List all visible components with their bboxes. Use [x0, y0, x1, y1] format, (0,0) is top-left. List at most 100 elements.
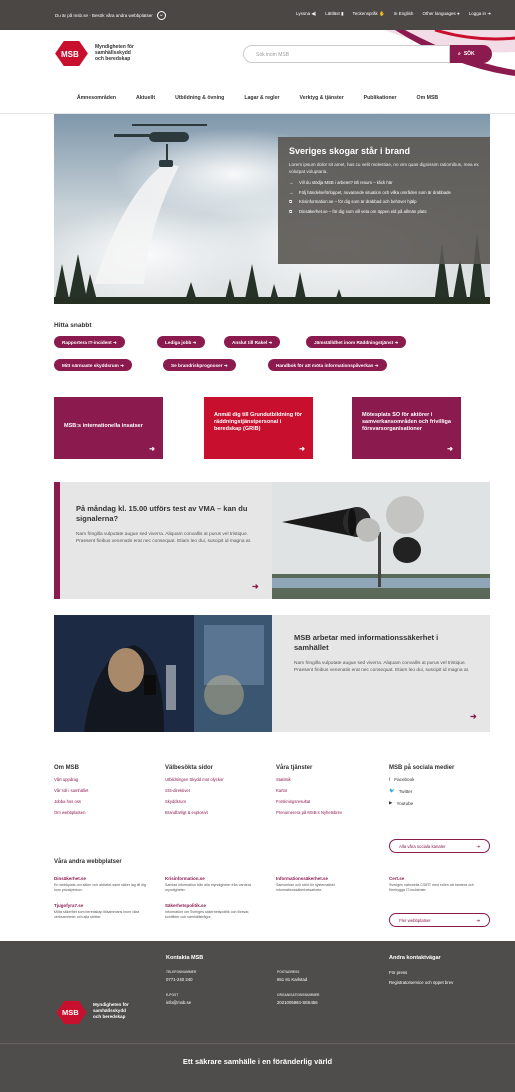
quick-link-pill[interactable]: Mitt närmaste skyddsrum ➜	[54, 359, 133, 371]
youtube-link[interactable]: ▶ Youtube	[389, 800, 494, 806]
promo-card[interactable]: Anmäl dig till Grundutbildning för räddn…	[204, 397, 313, 459]
hero-panel: Sveriges skogar står i brand Lorem ipsum…	[278, 137, 490, 264]
footer-logo-mark: MSB	[62, 1008, 79, 1017]
footer-heading: Om MSB	[54, 765, 80, 771]
siren-image	[272, 482, 490, 599]
other-site-item[interactable]: Krisinformation.se Samlad information frå…	[165, 876, 260, 893]
english-link[interactable]: In English	[394, 11, 414, 17]
logo-text: Myndigheten för samhällsskydd och bereds…	[95, 44, 134, 62]
hero-link-external[interactable]: Dinsäkerhet.se – för dig som vill veta o…	[289, 209, 479, 216]
other-languages-link[interactable]: Other languages ●	[422, 11, 459, 17]
footer-link[interactable]: Kartor	[276, 788, 381, 793]
footer-link[interactable]: Utbildningen Skydd mot olyckor	[165, 777, 270, 782]
facebook-link[interactable]: f Facebook	[389, 777, 494, 782]
main-navigation: Ämnesområden Aktuellt Utbildning & övnin…	[0, 84, 515, 114]
hero-text: Lorem ipsum dolor sit amet, has cu velit…	[289, 162, 479, 174]
nav-item-publications[interactable]: Publikationer	[354, 84, 407, 113]
arrow-right-icon[interactable]: ➜	[252, 582, 259, 591]
quick-link-pill[interactable]: Se brandriskprognoser ➜	[163, 359, 236, 371]
email-label: E-POST	[166, 993, 179, 997]
nav-item-tools[interactable]: Verktyg & tjänster	[290, 84, 354, 113]
youtube-icon: ▶	[389, 800, 393, 805]
footer-link[interactable]: Skyddsrum	[165, 799, 270, 804]
footer-link[interactable]: Vårt uppdrag	[54, 777, 159, 782]
other-site-item[interactable]: Tjugofyra7.se Möta säkerhet som beredskap…	[54, 903, 149, 920]
footer-link[interactable]: Om webbplatsen	[54, 810, 159, 815]
press-link[interactable]: För press	[389, 970, 407, 975]
nav-item-news[interactable]: Aktuellt	[126, 84, 165, 113]
feature-text: Nam fringilla vulputate augue sed viverr…	[76, 532, 252, 544]
hero-link-external[interactable]: Krisinformation.se – för dig som är drab…	[289, 199, 479, 206]
footer-link[interactable]: SIS-direktivet	[165, 788, 270, 793]
nav-item-topics[interactable]: Ämnesområden	[67, 84, 126, 113]
hero-link[interactable]: Följ händelseförloppet, nuvarande situat…	[289, 190, 479, 197]
quick-link-pill[interactable]: Anslut till Rakel ➜	[224, 336, 281, 348]
quick-link-pill[interactable]: Rapportera IT-incident ➜	[54, 336, 125, 348]
login-link[interactable]: Logga in ➜	[469, 11, 491, 17]
org-label: ORGANISATIONSNUMMER	[277, 993, 320, 997]
other-sites-heading: Våra andra webbplatser	[54, 859, 122, 865]
footer-divider	[0, 1043, 515, 1044]
feature-title: MSB arbetar med informationssäkerhet i s…	[294, 633, 439, 652]
contact-heading: Kontakta MSB	[166, 955, 204, 961]
feature-vma[interactable]: På måndag kl. 15.00 utförs test av VMA –…	[54, 482, 490, 599]
utility-bar: Du är på msb.se · Besök våra andra webbp…	[0, 0, 515, 30]
org-value: 2021005984-SE5456	[277, 1000, 318, 1005]
quick-link-pill[interactable]: Jämställdhet inom Räddningstjänst ➜	[306, 336, 407, 348]
feature-text: Nam fringilla vulputate augue sed viverr…	[294, 661, 470, 673]
feature-title: På måndag kl. 15.00 utförs test av VMA –…	[76, 504, 248, 523]
page: Du är på msb.se · Besök våra andra webbp…	[0, 0, 515, 1092]
footer-link[interactable]: Statistik	[276, 777, 381, 782]
phone-value[interactable]: 0771-240 240	[166, 977, 193, 982]
sign-language-link[interactable]: Teckenspråk ✋	[353, 11, 385, 17]
other-site-item[interactable]: Dinsäkerhet.se En webbplats om säker och …	[54, 876, 149, 893]
twitter-icon: 🐦	[389, 788, 395, 793]
other-sites-link[interactable]: Du är på msb.se · Besök våra andra webbp…	[55, 13, 153, 18]
promo-card[interactable]: MSB:s internationella insatser ➜	[54, 397, 163, 459]
footer-link[interactable]: Brandfarligt & explosivt	[165, 810, 270, 815]
footer-link[interactable]: Forskningsresultat	[276, 799, 381, 804]
registry-link[interactable]: Registratorservice och öppet brev	[389, 980, 453, 985]
footer-link[interactable]: Prenumerera på MSB:s Nyhetsbrev	[276, 810, 381, 815]
other-site-item[interactable]: Informationssäkerhet.se Samverkan och stö…	[276, 876, 371, 893]
phone-user-image	[54, 615, 272, 732]
other-site-item[interactable]: Säkerhetspolitik.se Information om Sverig…	[165, 903, 260, 920]
search-input[interactable]: Sök inom MSB	[243, 45, 450, 63]
arrow-right-icon: ➜	[476, 844, 480, 849]
email-value[interactable]: info@msb.se	[166, 1000, 191, 1005]
other-site-item[interactable]: Cert.se Sveriges nationella CSIRT med rol…	[389, 876, 484, 893]
nav-item-education[interactable]: Utbildning & övning	[165, 84, 234, 113]
footer-heading: MSB på sociala medier	[389, 765, 455, 771]
accent-bar	[54, 482, 60, 599]
twitter-link[interactable]: 🐦 Twitter	[389, 788, 494, 794]
footer-link[interactable]: Vår roll i samhället	[54, 788, 159, 793]
arrow-right-icon: ➜	[149, 446, 155, 453]
more-sites-button[interactable]: Fler webbplatser ➜	[389, 913, 490, 927]
quick-link-pill[interactable]: Handbok för att möta informationspåverka…	[268, 359, 387, 371]
arrow-right-icon: ➜	[299, 446, 305, 453]
footer-logo-text: Myndigheten för samhällsskydd och bereds…	[93, 1002, 129, 1019]
promo-card[interactable]: Mötesplats SO för aktörer i samverkansom…	[352, 397, 461, 459]
easy-read-link[interactable]: Lättläst ▮	[325, 11, 343, 17]
footer-link[interactable]: Jobba hos oss	[54, 799, 159, 804]
hero-link[interactable]: Vill du stödja MSB i arbetet? Bli resurs…	[289, 180, 479, 187]
arrow-right-icon: ➜	[476, 918, 480, 923]
phone-label: TELEFONNUMMER	[166, 970, 197, 974]
search-icon: ⌕	[458, 51, 461, 57]
all-social-button[interactable]: Alla våra sociala kanaler ➜	[389, 839, 490, 853]
arrow-right-icon[interactable]: ➜	[470, 712, 477, 721]
feature-infosec[interactable]: MSB arbetar med informationssäkerhet i s…	[54, 615, 490, 732]
post-label: POSTADRESS	[277, 970, 300, 974]
footer-heading: Välbesökta sidor	[165, 765, 214, 771]
slogan: Ett säkrare samhälle i en föränderlig vä…	[182, 1057, 333, 1066]
quick-link-pill[interactable]: Lediga jobb ➜	[157, 336, 205, 348]
listen-link[interactable]: Lyssna ◀)	[296, 11, 316, 17]
search-button[interactable]: ⌕ SÖK	[450, 45, 492, 63]
nav-item-laws[interactable]: Lagar & regler	[234, 84, 289, 113]
hero-title: Sveriges skogar står i brand	[289, 146, 411, 156]
footer-heading: Våra tjänster	[276, 765, 313, 771]
post-value: 651 81 Karlstad	[277, 977, 308, 982]
other-contact-heading: Andra kontaktvägar	[389, 955, 441, 961]
chevron-down-icon[interactable]: ⌄	[156, 11, 166, 20]
nav-item-about[interactable]: Om MSB	[407, 84, 449, 113]
